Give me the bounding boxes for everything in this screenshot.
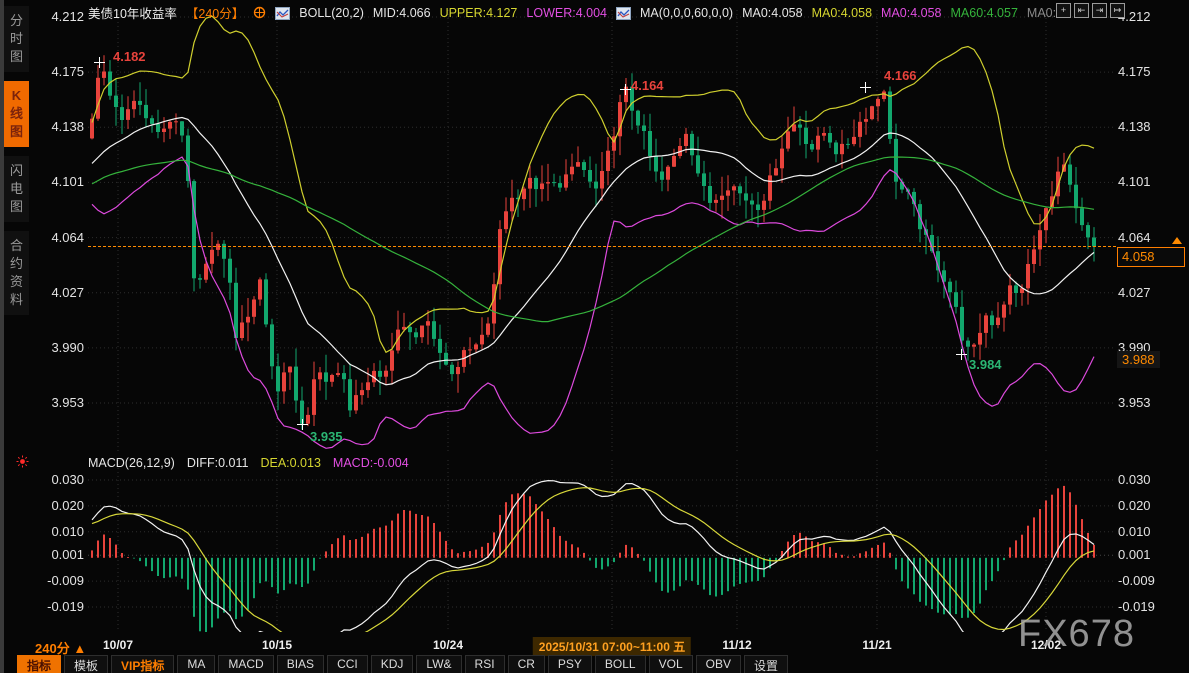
macd-tick-label: -0.019	[1118, 599, 1155, 614]
macd-hist-value: MACD:-0.004	[333, 456, 409, 470]
annotation-high-4166: 4.166	[884, 68, 917, 83]
boll-indicator-icon[interactable]	[275, 7, 290, 20]
annotation-high-4164: 4.164	[631, 78, 664, 93]
low-marker-cross	[297, 419, 308, 430]
screen-shift-icon[interactable]: ↦	[1110, 3, 1125, 18]
annotation-low-3935: 3.935	[310, 429, 343, 444]
toolbar-item-settings[interactable]: 设置	[744, 655, 788, 673]
boll-lower-value: LOWER:4.004	[526, 6, 607, 20]
watermark: FX678	[1018, 613, 1135, 656]
crosshair-target-icon[interactable]	[253, 6, 266, 19]
price-tick-label: 4.027	[1118, 285, 1151, 300]
macd-tick-label: 0.010	[0, 524, 84, 539]
macd-diff-value: DIFF:0.011	[187, 456, 249, 470]
trading-terminal: 分时图K线图闪电图合约资料 美债10年收益率 【240分】 BOLL(20,2)…	[0, 0, 1189, 673]
toolbar-item-obv[interactable]: OBV	[696, 655, 741, 673]
price-tick-label: 4.064	[0, 230, 84, 245]
boll-label: BOLL(20,2)	[299, 6, 364, 20]
price-tick-label: 4.027	[0, 285, 84, 300]
price-tick-label: 4.064	[1118, 230, 1151, 245]
sidebar-tab-kline-chart[interactable]: K线图	[4, 81, 29, 147]
price-tick-label: 4.212	[0, 9, 84, 24]
macd-dea-value: DEA:0.013	[260, 456, 320, 470]
boll-upper-value: UPPER:4.127	[440, 6, 518, 20]
chart-header: 美债10年收益率 【240分】 BOLL(20,2) MID:4.066 UPP…	[88, 3, 1056, 22]
chart-tools: + ⇤ ⇥ ↦	[1056, 3, 1125, 18]
macd-tick-label: 0.020	[0, 498, 84, 513]
macd-tick-label: 0.001	[0, 547, 84, 562]
period-dropdown-arrow-icon: ▲	[73, 641, 86, 656]
price-tick-label: 4.101	[1118, 174, 1151, 189]
annotation-low-3984: 3.984	[969, 357, 1002, 372]
high-marker-cross	[620, 84, 631, 95]
toolbar-item-lw[interactable]: LW&	[416, 655, 461, 673]
ma0-white-value: MA0:4.058	[742, 6, 802, 20]
macd-pane-chart[interactable]	[88, 460, 1114, 632]
price-tick-label: 4.138	[0, 119, 84, 134]
scale-right-icon[interactable]: ⇥	[1092, 3, 1107, 18]
session-low-badge: 3.988	[1117, 351, 1160, 368]
macd-tick-label: 0.020	[1118, 498, 1151, 513]
sidebar: 分时图K线图闪电图合约资料	[4, 6, 29, 315]
toolbar-item-macd[interactable]: MACD	[218, 655, 273, 673]
toolbar-item-psy[interactable]: PSY	[548, 655, 592, 673]
macd-tick-label: -0.009	[0, 573, 84, 588]
main-candlestick-chart[interactable]	[88, 10, 1114, 452]
live-blink-icon	[16, 455, 29, 468]
high-marker-cross	[860, 82, 871, 93]
toolbar-item-vol[interactable]: VOL	[649, 655, 693, 673]
toolbar-item-bias[interactable]: BIAS	[277, 655, 324, 673]
time-axis-label: 11/12	[722, 638, 751, 652]
toolbar-item-rsi[interactable]: RSI	[465, 655, 505, 673]
macd-tick-label: -0.019	[0, 599, 84, 614]
current-price-arrow-icon	[1172, 237, 1182, 244]
low-marker-cross	[956, 349, 967, 360]
toolbar-item-ma[interactable]: MA	[177, 655, 215, 673]
toolbar-item-cr[interactable]: CR	[508, 655, 545, 673]
ma0-magenta-value: MA0:4.058	[881, 6, 941, 20]
price-tick-label: 3.990	[0, 340, 84, 355]
price-tick-label: 4.138	[1118, 119, 1151, 134]
ma60-green-value: MA60:4.057	[951, 6, 1018, 20]
ma-label: MA(0,0,0,60,0,0)	[640, 6, 733, 20]
current-price-badge: 4.058	[1117, 247, 1185, 267]
toolbar-item-boll[interactable]: BOLL	[595, 655, 646, 673]
time-axis-label: 11/21	[862, 638, 891, 652]
pan-tool-icon[interactable]: +	[1056, 3, 1071, 18]
price-tick-label: 4.101	[0, 174, 84, 189]
macd-tick-label: 0.030	[0, 472, 84, 487]
price-tick-label: 4.175	[1118, 64, 1151, 79]
ma0-yellow-value: MA0:4.058	[812, 6, 872, 20]
scale-left-icon[interactable]: ⇤	[1074, 3, 1089, 18]
instrument-title: 美债10年收益率	[88, 3, 177, 22]
macd-header: MACD(26,12,9) DIFF:0.011 DEA:0.013 MACD:…	[88, 456, 409, 470]
boll-mid-value: MID:4.066	[373, 6, 431, 20]
toolbar-item-cci[interactable]: CCI	[327, 655, 368, 673]
macd-tick-label: -0.009	[1118, 573, 1155, 588]
macd-tick-label: 0.030	[1118, 472, 1151, 487]
price-tick-label: 3.953	[1118, 395, 1151, 410]
current-price-line	[88, 246, 1116, 247]
high-marker-cross	[94, 57, 105, 68]
indicator-toolbar: 指标模板VIP指标MAMACDBIASCCIKDJLW&RSICRPSYBOLL…	[17, 655, 788, 673]
macd-label: MACD(26,12,9)	[88, 456, 175, 470]
toolbar-item-templates[interactable]: 模板	[64, 655, 108, 673]
toolbar-item-vip-indicators[interactable]: VIP指标	[111, 655, 174, 673]
period-tag[interactable]: 【240分】	[186, 3, 244, 22]
toolbar-item-kdj[interactable]: KDJ	[371, 655, 414, 673]
current-bar-time: 2025/10/31 07:00~11:00 五	[533, 637, 691, 656]
toolbar-item-indicators[interactable]: 指标	[17, 655, 61, 673]
macd-tick-label: 0.010	[1118, 524, 1151, 539]
ma-indicator-icon[interactable]	[616, 7, 631, 20]
price-tick-label: 3.953	[0, 395, 84, 410]
time-axis-label: 10/24	[433, 638, 463, 652]
time-axis-label: 10/15	[262, 638, 292, 652]
ma0-gray-value: MA0:	[1027, 6, 1056, 20]
annotation-high-4182: 4.182	[113, 49, 146, 64]
time-axis-label: 10/07	[103, 638, 133, 652]
macd-tick-label: 0.001	[1118, 547, 1151, 562]
price-tick-label: 4.175	[0, 64, 84, 79]
